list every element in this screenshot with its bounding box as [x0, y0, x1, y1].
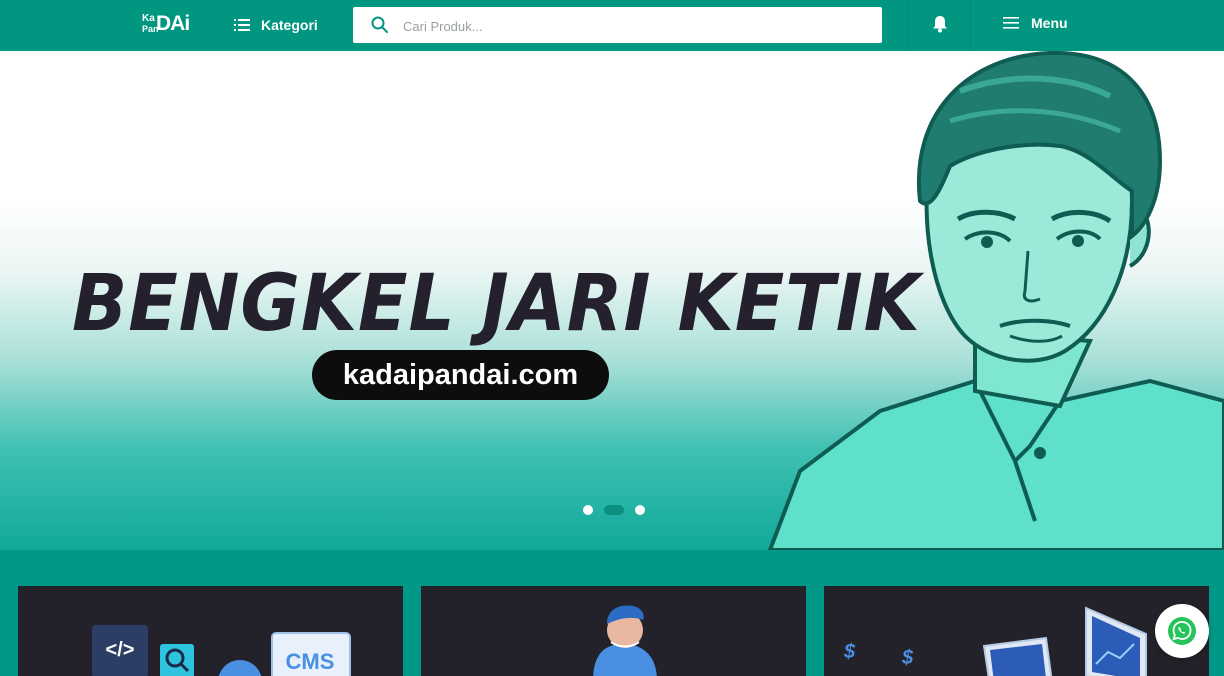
person-illustration	[593, 605, 657, 676]
list-icon	[234, 19, 250, 31]
svg-text:$: $	[843, 641, 856, 663]
search-icon	[371, 16, 388, 33]
portrait-illustration	[767, 51, 1224, 550]
finance-charts-illustration: $ $	[843, 606, 1147, 676]
whatsapp-icon	[1168, 617, 1196, 645]
hero-site-badge: kadaipandai.com	[312, 350, 609, 400]
search-input[interactable]	[401, 14, 865, 38]
web-development-illustration: </> CMS	[92, 625, 351, 676]
hero-carousel[interactable]: BENGKEL JARI KETIK kadaipandai.com	[0, 51, 1224, 550]
logo[interactable]: Ka Pan DAi	[140, 12, 198, 38]
notification-button[interactable]	[932, 15, 948, 38]
navbar-divider	[908, 0, 909, 51]
kategori-button[interactable]: Kategori	[234, 15, 318, 35]
top-navbar: Ka Pan DAi Kategori Menu	[0, 0, 1224, 51]
card-person-illustration[interactable]	[421, 586, 806, 676]
carousel-dot[interactable]	[583, 505, 593, 515]
navbar-divider	[970, 0, 971, 51]
menu-label: Menu	[1031, 15, 1068, 31]
hamburger-icon	[1003, 17, 1019, 29]
card-web-development[interactable]: </> CMS	[18, 586, 403, 676]
svg-text:$: $	[901, 647, 914, 669]
bell-icon	[933, 16, 947, 33]
carousel-dot[interactable]	[635, 505, 645, 515]
whatsapp-button[interactable]	[1155, 604, 1209, 658]
carousel-indicators	[578, 503, 648, 517]
menu-button[interactable]: Menu	[1003, 15, 1068, 31]
svg-text:CMS: CMS	[286, 649, 335, 674]
search-bar	[353, 7, 882, 43]
logo-ka: Ka	[142, 13, 155, 24]
kategori-label: Kategori	[261, 17, 318, 33]
product-cards-section: </> CMS $ $	[0, 550, 1224, 676]
card-finance-charts[interactable]: $ $	[824, 586, 1209, 676]
svg-text:</>: </>	[106, 639, 135, 661]
carousel-dot-active[interactable]	[604, 505, 624, 515]
logo-dai: DAi	[156, 12, 190, 35]
